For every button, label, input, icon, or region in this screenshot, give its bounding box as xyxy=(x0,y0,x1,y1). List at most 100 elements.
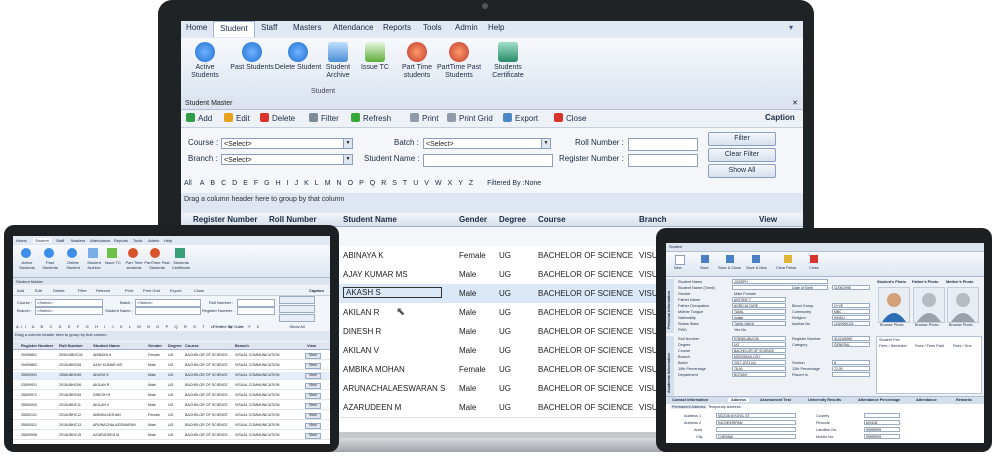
alpha-o[interactable]: O xyxy=(348,180,353,187)
table-row[interactable]: AKILAN V Male UG BACHELOR OF SCIENCE VISU xyxy=(338,341,656,361)
table-row[interactable]: AJAY KUMAR MS Male UG BACHELOR OF SCIENCE VI… xyxy=(338,265,656,285)
menu-reports[interactable]: Reports xyxy=(383,23,411,32)
alpha-w[interactable]: W xyxy=(435,180,442,187)
menu-student[interactable]: Student xyxy=(213,21,255,37)
address2-field[interactable]: KACHEERIPAM xyxy=(716,420,796,425)
refresh-button[interactable]: Refresh xyxy=(351,113,391,123)
browse-father-photo[interactable]: Browse Photo xyxy=(915,323,939,327)
close-tab-icon[interactable]: ✕ xyxy=(792,97,798,110)
alpha-s[interactable]: S xyxy=(392,180,397,187)
country-field[interactable] xyxy=(864,413,900,418)
alpha-m[interactable]: M xyxy=(325,180,331,187)
edit-button[interactable]: Edit xyxy=(224,113,250,123)
status-state-field[interactable]: TAMIL NADU xyxy=(732,321,786,326)
blood-group-field[interactable]: O+VE xyxy=(832,303,870,308)
tablet-register-input[interactable] xyxy=(237,307,275,315)
tablet-batch-select[interactable]: <Select> xyxy=(135,299,201,307)
menu-tools[interactable]: Tools xyxy=(423,23,442,32)
students-certificate-button[interactable]: Students Certificate xyxy=(486,42,530,80)
alpha-z[interactable]: Z xyxy=(469,180,473,187)
print-button[interactable]: Print xyxy=(410,113,438,123)
col-degree[interactable]: Degree xyxy=(499,215,526,224)
alpha-g[interactable]: G xyxy=(264,180,269,187)
tablet-show-all-button[interactable]: Show All xyxy=(279,314,315,329)
col-branch[interactable]: Branch xyxy=(639,215,667,224)
register-number-input[interactable] xyxy=(628,154,698,167)
alpha-a[interactable]: A xyxy=(200,180,205,187)
col-student-name[interactable]: Student Name xyxy=(343,215,397,224)
tablet-branch-select[interactable]: <Select> xyxy=(35,307,103,315)
show-all-button[interactable]: Show All xyxy=(708,164,776,178)
col-register-number[interactable]: Register Number xyxy=(193,215,257,224)
filter-submit-button[interactable]: Filter xyxy=(708,132,776,146)
city-field[interactable]: CHENNAI xyxy=(716,434,796,439)
register-number-field[interactable]: 3131106987 xyxy=(832,336,870,341)
collapse-ribbon-icon[interactable]: ▾ xyxy=(789,23,793,32)
col-view[interactable]: View xyxy=(759,215,777,224)
table-row[interactable]: 35509972 2015UBHC08 DINESH R Male UG BACHELOR… xyxy=(13,392,330,400)
alpha-x[interactable]: X xyxy=(448,180,453,187)
part-time-students-button[interactable]: Part Time students xyxy=(393,42,441,80)
table-row[interactable]: DINESH R Male UG BACHELOR OF SCIENCE VISU xyxy=(338,322,656,342)
tablet-group-panel[interactable]: Drag a column header here to group by th… xyxy=(13,331,330,341)
dob-field[interactable]: 11/06/1996 xyxy=(832,285,870,290)
browse-student-photo[interactable]: Browse Photo xyxy=(880,323,904,327)
table-row[interactable]: ARUNACHALAESWARAN S Male UG BACHELOR OF SCI… xyxy=(338,379,656,399)
pincode-field[interactable]: 600108 xyxy=(864,420,900,425)
menu-staff[interactable]: Staff xyxy=(261,23,277,32)
placed-in-field[interactable] xyxy=(832,372,870,377)
batch-field[interactable]: 2017-2021 (A) xyxy=(732,360,786,365)
batch-select[interactable]: <Select> ▼ xyxy=(423,138,551,149)
religion-field[interactable]: HINDU xyxy=(832,315,870,320)
roll-number-input[interactable] xyxy=(628,138,698,151)
roll-number-field[interactable]: 978050UBUC06 xyxy=(732,336,786,341)
table-row[interactable]: 39499851 009010BHC00 ABINAYA K Female UG BACH… xyxy=(13,352,330,360)
nationality-field[interactable]: Indian xyxy=(732,315,786,320)
table-row-selected[interactable]: 35509991 1550UBHC06 AKASH S Male UG BACHELOR … xyxy=(13,372,330,380)
area-field[interactable] xyxy=(716,427,796,432)
branch-field[interactable]: MICROBIOLOGY xyxy=(732,354,786,359)
table-row[interactable]: 39499862 2015UBHC08 AJAY KUMAR MS Male UG BAC… xyxy=(13,362,330,370)
table-row[interactable]: 35500521 2015UBHC13 ARUNACHALAESWARAN Male U… xyxy=(13,422,330,430)
address1-field[interactable]: NO2/48 M KOVIL ST xyxy=(716,413,796,418)
menu-home[interactable]: Home xyxy=(186,23,207,32)
add-button[interactable]: Add xyxy=(186,113,212,123)
alpha-all[interactable]: All xyxy=(184,180,192,187)
delete-button[interactable]: Delete xyxy=(260,113,295,123)
alpha-d[interactable]: D xyxy=(232,180,237,187)
father-occupation-field[interactable]: AGRICULTURE xyxy=(732,303,786,308)
col-course[interactable]: Course xyxy=(538,215,566,224)
alpha-r[interactable]: R xyxy=(381,180,386,187)
active-students-button[interactable]: Active Students xyxy=(181,42,229,80)
close-button[interactable]: Close xyxy=(554,113,586,123)
alpha-i[interactable]: I xyxy=(287,180,289,187)
tablet-roll-input[interactable] xyxy=(237,299,275,307)
father-name-field[interactable]: ANTONY T xyxy=(732,297,786,302)
community-field[interactable]: MBC xyxy=(832,309,870,314)
tablet-filter-button[interactable]: Filter xyxy=(279,296,315,311)
col-gender[interactable]: Gender xyxy=(459,215,487,224)
department-field[interactable]: BOTANY xyxy=(732,372,786,377)
col-roll-number[interactable]: Roll Number xyxy=(269,215,317,224)
twelfth-percentage-field[interactable]: 72.00 xyxy=(832,366,870,371)
alpha-b[interactable]: B xyxy=(210,180,215,187)
table-row[interactable]: AKILAN R Male UG BACHELOR OF SCIENCE VISU ⬉ xyxy=(338,303,656,323)
table-row[interactable]: 35500000 2015UBHC11 AKILAN V Male UG BACHELOR… xyxy=(13,402,330,410)
student-name-field[interactable]: JOSEPH xyxy=(732,279,828,284)
filter-button[interactable]: Filter xyxy=(309,113,339,123)
tenth-percentage-field[interactable]: 78.00 xyxy=(732,366,786,371)
clear-filter-button[interactable]: Clear Filter xyxy=(708,148,776,162)
branch-select[interactable]: <Select> ▼ xyxy=(221,154,353,165)
alpha-v[interactable]: V xyxy=(424,180,429,187)
degree-field[interactable]: UG xyxy=(732,342,786,347)
table-row[interactable]: 35500101 2015UBHC12 AMBIKA MOHAN Female UG BA… xyxy=(13,412,330,420)
table-row-selected[interactable]: AKASH S Male UG BACHELOR OF SCIENCE VISU xyxy=(338,284,656,304)
student-name-tamil-field[interactable] xyxy=(732,285,828,290)
alpha-e[interactable]: E xyxy=(243,180,248,187)
menu-help[interactable]: Help xyxy=(488,23,504,32)
course-field[interactable]: BACHELOR OF SCIENCE xyxy=(732,348,786,353)
browse-mother-photo[interactable]: Browse Photo xyxy=(949,323,973,327)
export-button[interactable]: Export xyxy=(503,113,538,123)
alpha-p[interactable]: P xyxy=(359,180,364,187)
menu-attendance[interactable]: Attendance xyxy=(333,23,373,32)
